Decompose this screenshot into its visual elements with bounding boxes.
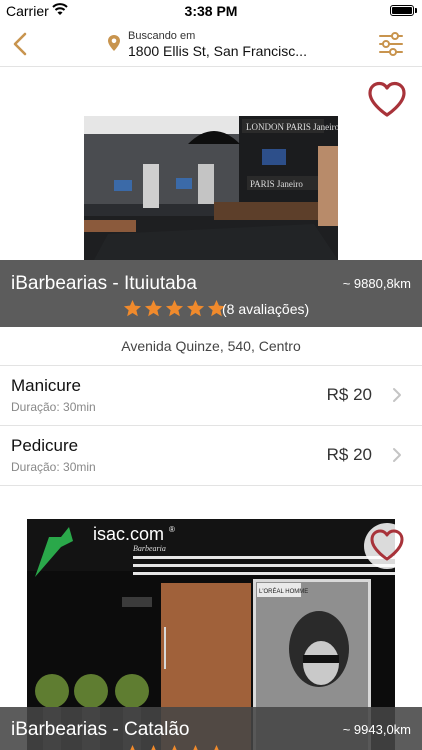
rating-stars — [123, 299, 226, 319]
back-chevron-icon[interactable] — [8, 30, 34, 58]
location-label: Buscando em — [128, 30, 196, 42]
clock: 3:38 PM — [184, 3, 238, 19]
shop-info-bar: iBarbearias - Ituiutaba ~ 9880,8km (8 av… — [0, 260, 422, 327]
nav-bar: Buscando em 1800 Ellis St, San Francisc.… — [0, 22, 422, 67]
service-name: Manicure — [11, 376, 81, 395]
battery-icon — [390, 5, 414, 16]
chevron-right-icon — [393, 388, 401, 402]
star-icon — [165, 299, 184, 317]
star-icon — [144, 299, 163, 317]
star-icon — [186, 299, 205, 317]
service-name: Pedicure — [11, 436, 79, 455]
shop-name: iBarbearias - Catalão — [11, 719, 190, 740]
signage-registered: ® — [169, 525, 175, 534]
service-row-manicure[interactable]: Manicure Duração: 30min R$ 20 — [0, 366, 422, 426]
star-icon — [130, 744, 135, 750]
battery-tip — [415, 8, 417, 13]
star-icon — [151, 744, 156, 750]
star-icon — [214, 744, 219, 750]
service-price: R$ 20 — [326, 445, 372, 464]
service-duration: Duração: 30min — [11, 460, 96, 474]
svg-text:LONDON PARIS Janeiro: LONDON PARIS Janeiro — [246, 122, 338, 132]
favorite-heart-icon[interactable] — [364, 523, 410, 569]
filter-sliders-icon[interactable] — [378, 31, 404, 57]
map-pin-icon — [108, 35, 120, 51]
svg-text:PARIS Janeiro: PARIS Janeiro — [250, 179, 303, 189]
signage-tagline: Barbearia — [133, 544, 166, 553]
service-row-pedicure[interactable]: Pedicure Duração: 30min R$ 20 — [0, 426, 422, 486]
location-address[interactable]: 1800 Ellis St, San Francisc... — [128, 43, 307, 59]
shop-name: iBarbearias - Ituiutaba — [11, 273, 197, 294]
shop-distance: ~ 9880,8km — [342, 276, 411, 291]
review-count: (8 avaliações) — [222, 301, 310, 317]
rating-stars — [123, 744, 226, 750]
star-icon — [123, 299, 142, 317]
chevron-right-icon — [393, 448, 401, 462]
signage-brand: isac.com — [93, 524, 164, 544]
service-price: R$ 20 — [326, 385, 372, 404]
status-bar: Carrier 3:38 PM — [0, 0, 422, 22]
shop-photo[interactable]: LONDON PARIS Janeiro PARIS Janeiro — [84, 116, 338, 260]
star-icon — [193, 744, 198, 750]
shop-distance: ~ 9943,0km — [342, 722, 411, 737]
service-duration: Duração: 30min — [11, 400, 96, 414]
shop-address: Avenida Quinze, 540, Centro — [0, 328, 422, 366]
star-icon — [172, 744, 177, 750]
poster-brand: L'ORÉAL HOMME — [259, 588, 308, 595]
shop-info-bar: iBarbearias - Catalão ~ 9943,0km — [0, 707, 422, 750]
favorite-heart-icon[interactable] — [364, 77, 410, 123]
